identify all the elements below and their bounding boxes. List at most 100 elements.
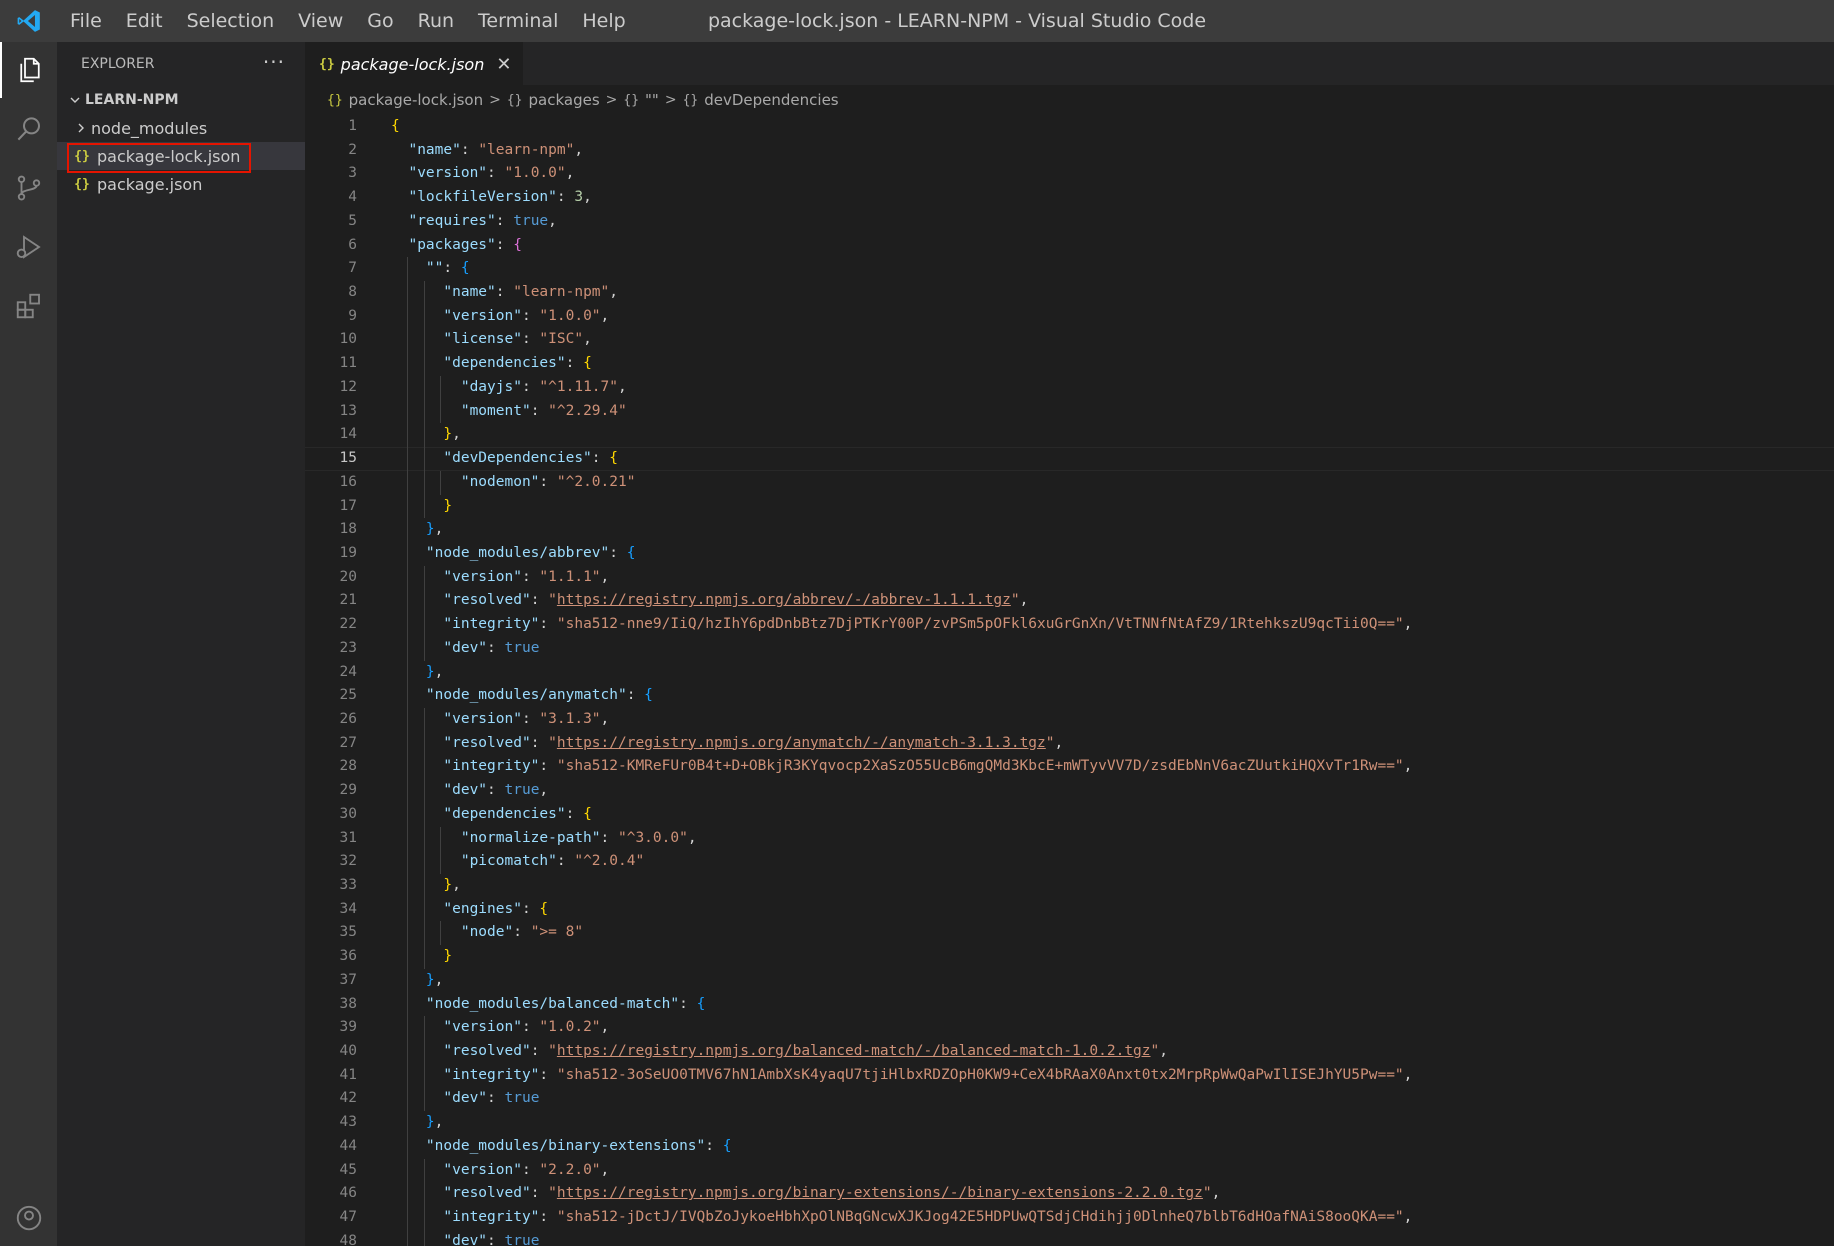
code-line[interactable]: 35 "node": ">= 8" [305, 921, 1834, 946]
code-line[interactable]: 44 "node_modules/binary-extensions": { [305, 1134, 1834, 1159]
code-line[interactable]: 34 "engines": { [305, 897, 1834, 922]
code-line[interactable]: 33 }, [305, 874, 1834, 898]
code-line[interactable]: 15 "devDependencies": { [305, 447, 1834, 471]
code-token[interactable]: https://registry.npmjs.org/abbrev/-/abbr… [557, 592, 1011, 608]
menu-view[interactable]: View [286, 0, 355, 42]
menu-file[interactable]: File [58, 0, 114, 42]
code-line[interactable]: 1{ [305, 115, 1834, 139]
menu-go[interactable]: Go [355, 0, 405, 42]
indent-guide [423, 707, 425, 732]
code-line[interactable]: 28 "integrity": "sha512-KMReFUr0B4t+D+OB… [305, 755, 1834, 780]
line-number: 21 [339, 592, 357, 609]
code-line[interactable]: 22 "integrity": "sha512-nne9/IiQ/hzIhY6p… [305, 613, 1834, 637]
code-line[interactable]: 19 "node_modules/abbrev": { [305, 541, 1834, 566]
menu-edit[interactable]: Edit [114, 0, 175, 42]
code-token: "dependencies" [391, 805, 566, 822]
code-token: true [513, 212, 549, 229]
code-line[interactable]: 47 "integrity": "sha512-jDctJ/IVQbZoJyko… [305, 1206, 1834, 1230]
code-line[interactable]: 17 } [305, 494, 1834, 519]
more-actions-icon[interactable]: ··· [263, 50, 285, 74]
explorer-header: EXPLORER ··· [57, 42, 305, 86]
run-debug-icon[interactable] [0, 219, 57, 275]
close-icon[interactable]: ✕ [496, 54, 511, 75]
code-line[interactable]: 37 }, [305, 968, 1834, 993]
menu-help[interactable]: Help [570, 0, 637, 42]
code-token: , [600, 1019, 610, 1036]
code-line[interactable]: 43 }, [305, 1111, 1834, 1135]
code-line[interactable]: 18 }, [305, 518, 1834, 542]
line-number: 9 [348, 307, 357, 324]
code-line[interactable]: 11 "dependencies": { [305, 352, 1834, 376]
code-line[interactable]: 5 "requires": true, [305, 210, 1834, 234]
code-line[interactable]: 7 "": { [305, 257, 1834, 282]
code-line[interactable]: 39 "version": "1.0.2", [305, 1016, 1834, 1041]
code-token: "learn-npm" [478, 141, 575, 158]
breadcrumb-item-root-package[interactable]: "" [645, 91, 659, 109]
tree-item-package-json[interactable]: {} package.json [57, 170, 305, 198]
code-token: "dev" [391, 1090, 488, 1107]
code-line[interactable]: 14 }, [305, 423, 1834, 448]
tab-bar: {} package-lock.json ✕ [305, 42, 1834, 86]
code-token: { [539, 900, 549, 917]
code-line[interactable]: 13 "moment": "^2.29.4" [305, 399, 1834, 424]
code-token: : [679, 995, 697, 1012]
code-line[interactable]: 41 "integrity": "sha512-3oSeUO0TMV67hN1A… [305, 1063, 1834, 1088]
code-line[interactable]: 38 "node_modules/balanced-match": { [305, 992, 1834, 1017]
source-control-icon[interactable] [0, 160, 57, 216]
code-line[interactable]: 9 "version": "1.0.0", [305, 304, 1834, 329]
indent-guide [423, 613, 425, 637]
code-line[interactable]: 23 "dev": true [305, 636, 1834, 661]
menu-run[interactable]: Run [406, 0, 466, 42]
code-line[interactable]: 32 "picomatch": "^2.0.4" [305, 850, 1834, 874]
code-line[interactable]: 45 "version": "2.2.0", [305, 1158, 1834, 1183]
code-token[interactable]: https://registry.npmjs.org/balanced-matc… [557, 1043, 1151, 1059]
code-line[interactable]: 8 "name": "learn-npm", [305, 281, 1834, 305]
tree-item-node-modules[interactable]: node_modules [57, 114, 305, 142]
vscode-logo-icon[interactable] [0, 0, 58, 42]
code-line[interactable]: 26 "version": "3.1.3", [305, 707, 1834, 732]
code-line[interactable]: 27 "resolved": "https://registry.npmjs.o… [305, 731, 1834, 756]
indent-guide [407, 826, 409, 851]
code-line[interactable]: 3 "version": "1.0.0", [305, 162, 1834, 186]
code-line[interactable]: 12 "dayjs": "^1.11.7", [305, 375, 1834, 400]
menu-selection[interactable]: Selection [175, 0, 287, 42]
code-line[interactable]: 42 "dev": true [305, 1087, 1834, 1112]
accounts-icon[interactable] [0, 1190, 57, 1246]
code-line[interactable]: 48 "dev": true [305, 1229, 1834, 1246]
code-line[interactable]: 24 }, [305, 660, 1834, 685]
code-line[interactable]: 16 "nodemon": "^2.0.21" [305, 470, 1834, 495]
indent-guide [407, 684, 409, 708]
workspace-root[interactable]: LEARN-NPM [57, 86, 305, 114]
menu-terminal[interactable]: Terminal [466, 0, 570, 42]
code-line[interactable]: 40 "resolved": "https://registry.npmjs.o… [305, 1040, 1834, 1064]
breadcrumb-item-devdependencies[interactable]: devDependencies [704, 91, 838, 109]
tree-item-package-lock-json[interactable]: {} package-lock.json [57, 142, 305, 173]
code-token[interactable]: https://registry.npmjs.org/binary-extens… [557, 1185, 1203, 1201]
indent-guide [407, 589, 409, 614]
code-line[interactable]: 6 "packages": { [305, 234, 1834, 258]
explorer-icon[interactable] [0, 42, 57, 98]
breadcrumb-item-file[interactable]: package-lock.json [349, 91, 483, 109]
code-line[interactable]: 29 "dev": true, [305, 779, 1834, 803]
breadcrumb-item-packages[interactable]: packages [529, 91, 600, 109]
search-icon[interactable] [0, 101, 57, 157]
code-line[interactable]: 20 "version": "1.1.1", [305, 565, 1834, 590]
code-token: { [460, 260, 470, 277]
tab-package-lock-json[interactable]: {} package-lock.json ✕ [305, 42, 524, 86]
code-line[interactable]: 36 } [305, 945, 1834, 969]
code-line[interactable]: 31 "normalize-path": "^3.0.0", [305, 826, 1834, 851]
code-line[interactable]: 2 "name": "learn-npm", [305, 139, 1834, 163]
indent-guide [423, 470, 425, 495]
code-token: "3.1.3" [539, 710, 601, 727]
extensions-icon[interactable] [0, 278, 57, 334]
code-token: : [487, 782, 505, 799]
code-editor[interactable]: 1{2 "name": "learn-npm", 3 "version": "1.… [305, 115, 1834, 1246]
code-line[interactable]: 4 "lockfileVersion": 3, [305, 186, 1834, 210]
code-line[interactable]: 21 "resolved": "https://registry.npmjs.o… [305, 589, 1834, 614]
code-token[interactable]: https://registry.npmjs.org/anymatch/-/an… [557, 735, 1046, 751]
indent-guide [407, 707, 409, 732]
code-line[interactable]: 46 "resolved": "https://registry.npmjs.o… [305, 1182, 1834, 1207]
code-line[interactable]: 30 "dependencies": { [305, 802, 1834, 827]
code-line[interactable]: 25 "node_modules/anymatch": { [305, 684, 1834, 708]
code-line[interactable]: 10 "license": "ISC", [305, 328, 1834, 353]
